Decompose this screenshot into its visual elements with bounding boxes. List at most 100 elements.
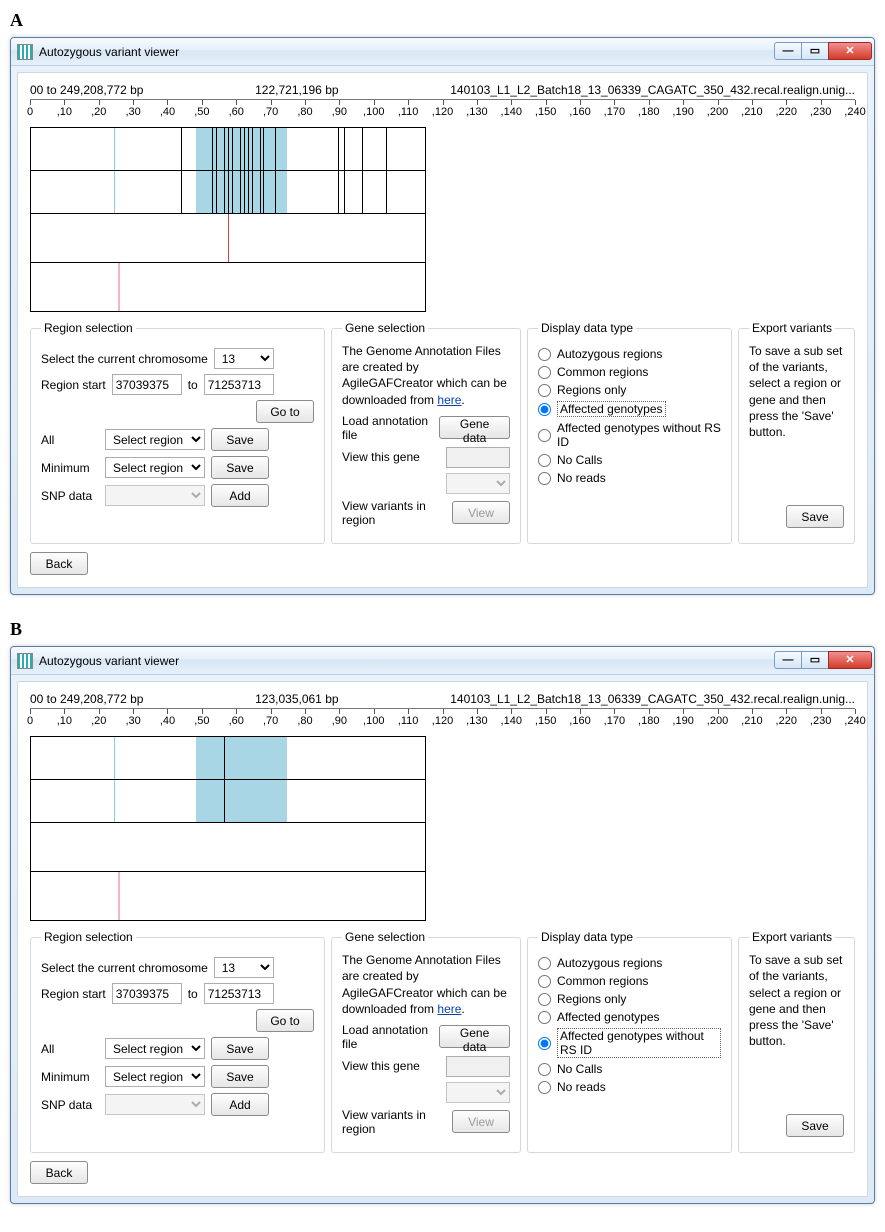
radio-icon[interactable] — [538, 1037, 551, 1050]
display-option-1[interactable]: Common regions — [538, 365, 721, 379]
radio-icon[interactable] — [538, 472, 551, 485]
center-text: 122,721,196 bp — [255, 83, 338, 97]
gene-selection-group: Gene selection The Genome Annotation Fil… — [331, 930, 521, 1153]
ruler: 0,10,20,30,40,50,60,70,80,90,100,110,120… — [30, 99, 855, 119]
radio-icon[interactable] — [538, 1011, 551, 1024]
gene-data-button[interactable]: Gene data — [439, 1025, 510, 1048]
display-option-0[interactable]: Autozygous regions — [538, 347, 721, 361]
gene-legend: Gene selection — [342, 321, 428, 335]
display-legend: Display data type — [538, 321, 636, 335]
goto-button[interactable]: Go to — [256, 400, 314, 423]
track-row — [30, 736, 426, 780]
goto-button[interactable]: Go to — [256, 1009, 314, 1032]
display-option-2[interactable]: Regions only — [538, 383, 721, 397]
view-gene-select — [446, 1082, 510, 1103]
min-region-select[interactable]: Select region — [105, 1066, 205, 1087]
all-region-select[interactable]: Select region — [105, 429, 205, 450]
region-start-input[interactable] — [112, 374, 182, 395]
export-save-button[interactable]: Save — [786, 505, 844, 528]
back-button[interactable]: Back — [30, 552, 88, 575]
tracks-a[interactable] — [30, 127, 426, 312]
radio-icon[interactable] — [538, 993, 551, 1006]
display-option-6[interactable]: No reads — [538, 1080, 721, 1094]
display-option-3[interactable]: Affected genotypes — [538, 1010, 721, 1024]
maximize-button[interactable]: ▭ — [801, 651, 829, 669]
min-region-select[interactable]: Select region — [105, 457, 205, 478]
close-button[interactable]: ✕ — [828, 651, 872, 669]
region-legend: Region selection — [41, 321, 136, 335]
radio-icon[interactable] — [538, 957, 551, 970]
display-option-6[interactable]: No reads — [538, 471, 721, 485]
here-link[interactable]: here — [437, 393, 461, 407]
radio-icon[interactable] — [538, 403, 551, 416]
track-row — [30, 127, 426, 171]
minimize-button[interactable]: — — [774, 42, 802, 60]
radio-icon[interactable] — [538, 384, 551, 397]
display-option-label: Regions only — [557, 992, 626, 1006]
view-gene-label: View this gene — [342, 450, 420, 464]
maximize-button[interactable]: ▭ — [801, 42, 829, 60]
tracks-b[interactable] — [30, 736, 426, 921]
minimize-button[interactable]: — — [774, 651, 802, 669]
display-option-label: Affected genotypes — [557, 1010, 660, 1024]
display-option-3[interactable]: Affected genotypes — [538, 401, 721, 417]
chromosome-select[interactable]: 13 — [214, 957, 274, 978]
export-legend: Export variants — [749, 930, 835, 944]
back-button[interactable]: Back — [30, 1161, 88, 1184]
export-group: Export variants To save a sub set of the… — [738, 321, 855, 544]
view-variants-label: View variants in region — [342, 499, 446, 527]
display-option-label: No reads — [557, 471, 606, 485]
display-option-label: Autozygous regions — [557, 347, 662, 361]
view-gene-select — [446, 473, 510, 494]
region-legend: Region selection — [41, 930, 136, 944]
add-button[interactable]: Add — [211, 1093, 269, 1116]
display-option-label: No Calls — [557, 453, 602, 467]
view-gene-input — [446, 1056, 510, 1077]
radio-icon[interactable] — [538, 454, 551, 467]
track-row — [30, 779, 426, 823]
snp-select — [105, 1094, 205, 1115]
display-option-0[interactable]: Autozygous regions — [538, 956, 721, 970]
display-option-2[interactable]: Regions only — [538, 992, 721, 1006]
view-variants-label: View variants in region — [342, 1108, 446, 1136]
display-option-4[interactable]: Affected genotypes without RS ID — [538, 421, 721, 449]
range-text: 00 to 249,208,772 bp — [30, 692, 143, 706]
display-option-5[interactable]: No Calls — [538, 1062, 721, 1076]
region-end-input[interactable] — [204, 374, 274, 395]
display-option-5[interactable]: No Calls — [538, 453, 721, 467]
chromosome-select[interactable]: 13 — [214, 348, 274, 369]
sample-text: 140103_L1_L2_Batch18_13_06339_CAGATC_350… — [450, 692, 855, 706]
track-row — [30, 262, 426, 312]
close-button[interactable]: ✕ — [828, 42, 872, 60]
region-selection-group: Region selection Select the current chro… — [30, 321, 325, 544]
save-min-button[interactable]: Save — [211, 1065, 269, 1088]
save-all-button[interactable]: Save — [211, 1037, 269, 1060]
radio-icon[interactable] — [538, 366, 551, 379]
snp-select — [105, 485, 205, 506]
display-option-1[interactable]: Common regions — [538, 974, 721, 988]
region-start-input[interactable] — [112, 983, 182, 1004]
range-text: 00 to 249,208,772 bp — [30, 83, 143, 97]
app-icon — [17, 44, 33, 60]
save-min-button[interactable]: Save — [211, 456, 269, 479]
display-option-label: Regions only — [557, 383, 626, 397]
add-button[interactable]: Add — [211, 484, 269, 507]
radio-icon[interactable] — [538, 429, 551, 442]
gene-selection-group: Gene selection The Genome Annotation Fil… — [331, 321, 521, 544]
radio-icon[interactable] — [538, 975, 551, 988]
region-end-input[interactable] — [204, 983, 274, 1004]
export-save-button[interactable]: Save — [786, 1114, 844, 1137]
here-link[interactable]: here — [437, 1002, 461, 1016]
center-text: 123,035,061 bp — [255, 692, 338, 706]
radio-icon[interactable] — [538, 1063, 551, 1076]
gene-legend: Gene selection — [342, 930, 428, 944]
radio-icon[interactable] — [538, 348, 551, 361]
radio-icon[interactable] — [538, 1081, 551, 1094]
gene-data-button[interactable]: Gene data — [439, 416, 510, 439]
all-label: All — [41, 433, 99, 447]
all-region-select[interactable]: Select region — [105, 1038, 205, 1059]
window-a: Autozygous variant viewer — ▭ ✕ 00 to 24… — [10, 37, 875, 595]
save-all-button[interactable]: Save — [211, 428, 269, 451]
view-button: View — [452, 501, 510, 524]
display-option-4[interactable]: Affected genotypes without RS ID — [538, 1028, 721, 1058]
